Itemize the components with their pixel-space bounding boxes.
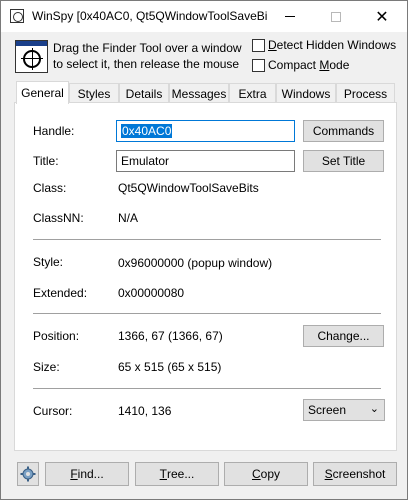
handle-value: 0x40AC0 bbox=[121, 124, 173, 138]
handle-label: Handle: bbox=[33, 124, 75, 138]
cursor-label: Cursor: bbox=[33, 404, 73, 418]
button-label: creenshot bbox=[332, 467, 386, 481]
accel-char: D bbox=[268, 38, 277, 52]
accel-char: C bbox=[251, 467, 261, 481]
extended-label: Extended: bbox=[33, 286, 88, 300]
checkbox-label: Compact Mode bbox=[268, 58, 349, 72]
close-icon: ✕ bbox=[375, 8, 389, 26]
cursor-mode-select[interactable]: Screen ⌄ bbox=[303, 399, 385, 421]
accel-char: S bbox=[324, 467, 333, 481]
settings-button[interactable] bbox=[17, 462, 39, 486]
class-label: Class: bbox=[33, 181, 67, 195]
minimize-icon bbox=[285, 16, 295, 17]
size-label: Size: bbox=[33, 360, 60, 374]
gear-icon bbox=[20, 466, 36, 482]
button-label: ind... bbox=[77, 467, 104, 481]
tab-general[interactable]: General bbox=[16, 81, 69, 104]
change-button[interactable]: Change... bbox=[303, 325, 384, 347]
button-label: opy bbox=[260, 467, 281, 481]
title-bar[interactable]: WinSpy [0x40AC0, Qt5QWindowToolSaveBits … bbox=[1, 1, 407, 32]
maximize-icon bbox=[331, 11, 341, 22]
style-label: Style: bbox=[33, 255, 64, 269]
handle-field[interactable]: 0x40AC0 bbox=[116, 120, 295, 142]
chevron-down-icon: ⌄ bbox=[369, 403, 379, 415]
finder-titlebar bbox=[16, 41, 47, 46]
style-value: 0x96000000 (popup window) bbox=[118, 256, 273, 270]
tree-button[interactable]: Tree... bbox=[135, 462, 219, 486]
button-label: ree... bbox=[166, 467, 195, 481]
checkbox-box[interactable] bbox=[252, 38, 265, 52]
finder-instruction: Drag the Finder Tool over a window to se… bbox=[53, 41, 242, 71]
tab-strip: General Styles Details Messages Extra Wi… bbox=[14, 81, 397, 104]
screenshot-button[interactable]: Screenshot bbox=[313, 462, 397, 486]
label-pre: Compact bbox=[268, 58, 320, 72]
tab-styles[interactable]: Styles bbox=[69, 83, 119, 103]
classnn-value: N/A bbox=[118, 211, 139, 225]
separator bbox=[33, 388, 381, 389]
set-title-button[interactable]: Set Title bbox=[303, 150, 384, 172]
position-value: 1366, 67 (1366, 67) bbox=[118, 329, 223, 343]
winspy-window: WinSpy [0x40AC0, Qt5QWindowToolSaveBits … bbox=[0, 0, 408, 500]
checkbox-label: Detect Hidden Windows bbox=[268, 38, 396, 52]
copy-button[interactable]: Copy bbox=[224, 462, 308, 486]
window-title: WinSpy [0x40AC0, Qt5QWindowToolSaveBits bbox=[32, 9, 267, 23]
finder-tool-icon[interactable] bbox=[15, 40, 48, 73]
general-panel: Handle: 0x40AC0 Commands Title: Emulator… bbox=[14, 102, 397, 451]
position-label: Position: bbox=[33, 329, 80, 343]
minimize-button[interactable] bbox=[267, 1, 313, 32]
label-rest: ode bbox=[329, 58, 350, 72]
size-value: 65 x 515 (65 x 515) bbox=[118, 360, 222, 374]
cursor-mode-value: Screen bbox=[308, 403, 347, 417]
tab-details[interactable]: Details bbox=[119, 83, 169, 103]
extended-value: 0x00000080 bbox=[118, 286, 185, 300]
cursor-value: 1410, 136 bbox=[118, 404, 172, 418]
tab-extra[interactable]: Extra bbox=[229, 83, 276, 103]
tab-messages[interactable]: Messages bbox=[169, 83, 229, 103]
tab-windows[interactable]: Windows bbox=[276, 83, 336, 103]
close-button[interactable]: ✕ bbox=[359, 1, 405, 32]
class-value: Qt5QWindowToolSaveBits bbox=[118, 181, 259, 195]
finder-crosshair-v bbox=[32, 48, 33, 70]
accel-char: T bbox=[159, 467, 167, 481]
title-field[interactable]: Emulator bbox=[116, 150, 295, 172]
commands-button[interactable]: Commands bbox=[303, 120, 384, 142]
detect-hidden-windows-checkbox[interactable]: Detect Hidden Windows bbox=[252, 38, 396, 52]
accel-char: F bbox=[70, 467, 78, 481]
separator bbox=[33, 239, 381, 240]
label-rest: etect Hidden Windows bbox=[276, 38, 397, 52]
classnn-label: ClassNN: bbox=[33, 211, 84, 225]
app-icon bbox=[10, 9, 24, 23]
maximize-button[interactable] bbox=[313, 1, 359, 32]
tab-process[interactable]: Process bbox=[336, 83, 395, 103]
separator bbox=[33, 313, 381, 314]
accel-char: M bbox=[319, 58, 330, 72]
compact-mode-checkbox[interactable]: Compact Mode bbox=[252, 58, 349, 72]
checkbox-box[interactable] bbox=[252, 58, 265, 72]
title-label: Title: bbox=[33, 154, 59, 168]
find-button[interactable]: Find... bbox=[45, 462, 129, 486]
